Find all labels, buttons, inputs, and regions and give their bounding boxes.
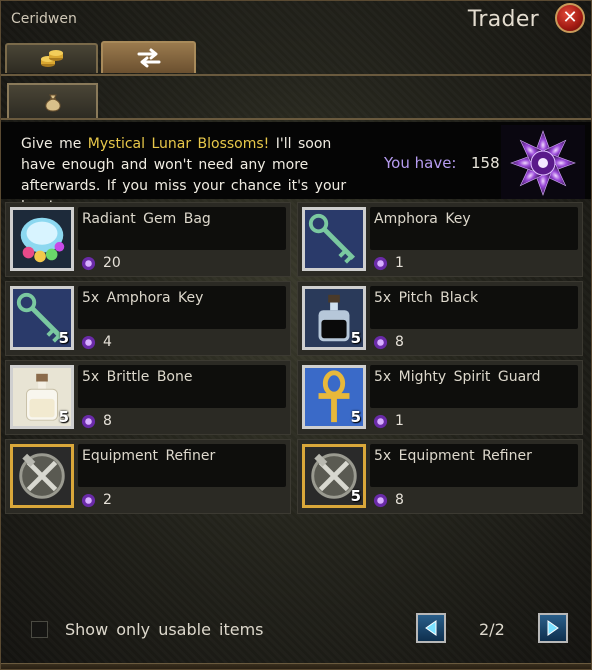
item-icon-frame — [302, 207, 366, 271]
item-quantity: 5 — [350, 329, 361, 347]
lunar-blossom-icon — [81, 493, 96, 508]
item-name: Equipment Refiner — [82, 448, 216, 464]
lunar-blossom-icon — [373, 335, 388, 350]
item-name: 5x Equipment Refiner — [374, 448, 532, 464]
lunar-blossom-icon — [373, 493, 388, 508]
lunar-blossom-icon — [81, 256, 96, 271]
item-card[interactable]: Equipment Refiner 2 — [5, 439, 291, 514]
window-bottom-border — [1, 663, 591, 669]
item-price: 1 — [395, 413, 404, 429]
window-title: Trader — [467, 7, 539, 32]
item-icon-frame: 5 — [10, 365, 74, 429]
item-icon-frame — [10, 207, 74, 271]
item-name: 5x Brittle Bone — [82, 369, 193, 385]
item-card[interactable]: 5 5x Amphora Key 4 — [5, 281, 291, 356]
item-name-box: 5x Mighty Spirit Guard — [370, 365, 578, 408]
npc-name: Ceridwen — [11, 11, 77, 27]
quest-item-highlight: Mystical Lunar Blossoms! — [87, 136, 270, 152]
tab-divider — [1, 74, 591, 76]
item-name: Amphora Key — [374, 211, 471, 227]
item-card[interactable]: 5 5x Mighty Spirit Guard 1 — [297, 360, 583, 435]
item-icon-frame: 5 — [302, 365, 366, 429]
arrow-left-icon — [425, 620, 437, 636]
close-button[interactable]: ✕ — [555, 3, 585, 33]
tab-exchange[interactable] — [101, 41, 196, 73]
item-name-box: Amphora Key — [370, 207, 578, 250]
page-indicator: 2/2 — [479, 620, 505, 639]
item-quantity: 5 — [350, 408, 361, 426]
lunar-blossom-icon — [373, 256, 388, 271]
lunar-blossom-icon — [81, 414, 96, 429]
lunar-blossom-icon — [501, 125, 585, 199]
item-name-box: Radiant Gem Bag — [78, 207, 286, 250]
item-price: 2 — [103, 492, 112, 508]
item-card[interactable]: Radiant Gem Bag 20 — [5, 202, 291, 277]
item-icon-frame: 5 — [10, 286, 74, 350]
item-name-box: 5x Pitch Black — [370, 286, 578, 329]
item-name: 5x Pitch Black — [374, 290, 479, 306]
gem-bag-icon — [13, 210, 71, 268]
key-icon — [305, 210, 363, 268]
item-quantity: 5 — [58, 329, 69, 347]
item-name-box: 5x Brittle Bone — [78, 365, 286, 408]
item-price: 4 — [103, 334, 112, 350]
tab-currency[interactable] — [5, 43, 98, 73]
trader-window: Ceridwen Trader ✕ Give me Mystical Lunar… — [0, 0, 592, 670]
item-price: 8 — [395, 492, 404, 508]
lunar-blossom-icon — [373, 414, 388, 429]
item-card[interactable]: Amphora Key 1 — [297, 202, 583, 277]
you-have-label: You have: — [384, 154, 457, 172]
swap-arrows-icon — [137, 48, 160, 68]
quest-text-start: Give me — [21, 136, 88, 152]
item-name: 5x Amphora Key — [82, 290, 204, 306]
item-name-box: 5x Equipment Refiner — [370, 444, 578, 487]
item-name-box: 5x Amphora Key — [78, 286, 286, 329]
item-card[interactable]: 5 5x Brittle Bone 8 — [5, 360, 291, 435]
item-card[interactable]: 5 5x Pitch Black 8 — [297, 281, 583, 356]
next-page-button[interactable] — [538, 613, 568, 643]
item-icon-frame — [10, 444, 74, 508]
close-icon: ✕ — [562, 7, 578, 28]
title-bar: Ceridwen Trader ✕ — [1, 1, 591, 39]
show-usable-label[interactable]: Show only usable items — [65, 620, 263, 639]
tab-pouch[interactable] — [7, 83, 98, 119]
item-price: 1 — [395, 255, 404, 271]
item-price: 20 — [103, 255, 121, 271]
footer: Show only usable items 2/2 — [1, 601, 591, 661]
item-quantity: 5 — [58, 408, 69, 426]
show-usable-checkbox[interactable] — [31, 621, 48, 638]
item-icon-frame: 5 — [302, 286, 366, 350]
item-quantity: 5 — [350, 487, 361, 505]
item-icon-frame: 5 — [302, 444, 366, 508]
arrow-right-icon — [547, 620, 559, 636]
item-name: Radiant Gem Bag — [82, 211, 211, 227]
gold-coins-icon — [40, 50, 63, 67]
item-name: 5x Mighty Spirit Guard — [374, 369, 541, 385]
you-have-count: 158 — [471, 154, 500, 172]
item-card[interactable]: 5 5x Equipment Refiner 8 — [297, 439, 583, 514]
subtab-divider — [1, 118, 591, 120]
previous-page-button[interactable] — [416, 613, 446, 643]
hammer-tongs-icon — [13, 447, 71, 505]
pouch-icon — [44, 94, 61, 112]
item-name-box: Equipment Refiner — [78, 444, 286, 487]
item-price: 8 — [103, 413, 112, 429]
item-price: 8 — [395, 334, 404, 350]
lunar-blossom-icon — [81, 335, 96, 350]
